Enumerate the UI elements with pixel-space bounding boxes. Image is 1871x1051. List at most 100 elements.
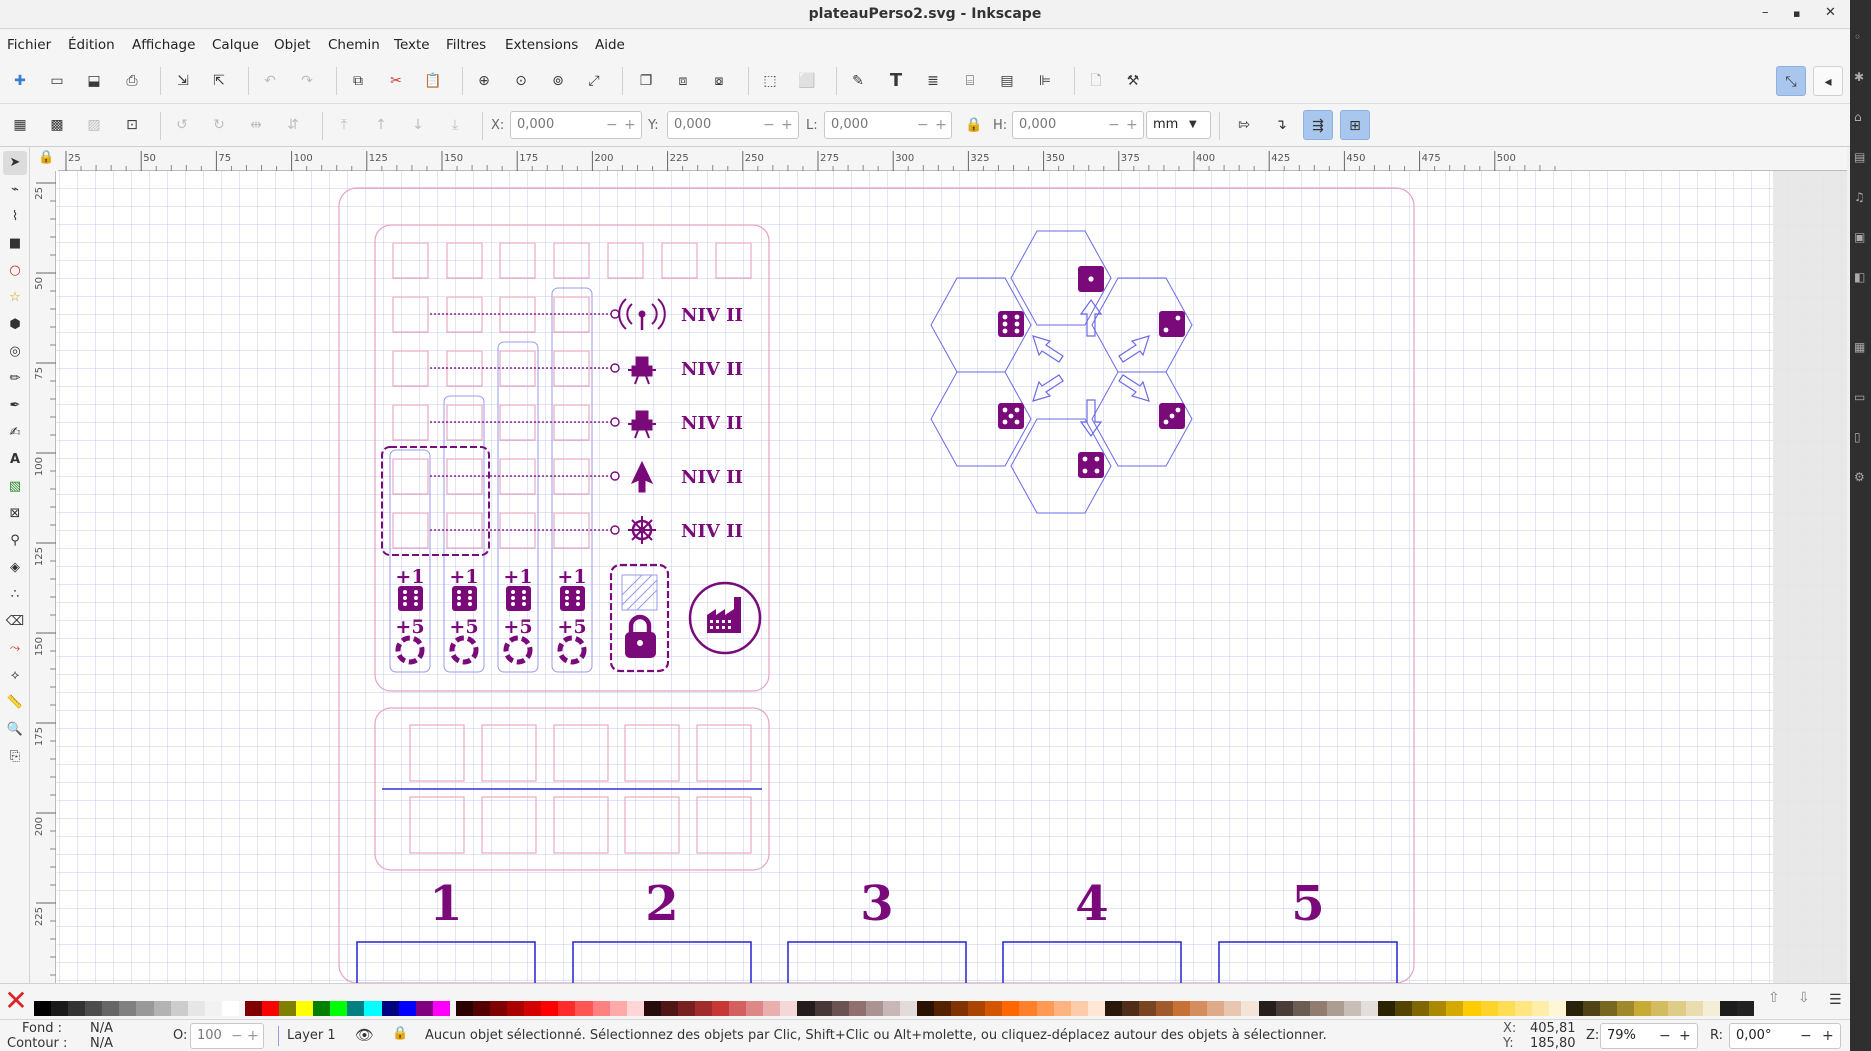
- color-swatch[interactable]: [85, 1001, 103, 1016]
- color-swatch[interactable]: [1087, 1001, 1105, 1016]
- color-swatch[interactable]: [490, 1001, 508, 1016]
- color-swatch[interactable]: [1634, 1001, 1652, 1016]
- node-tool-icon[interactable]: ⌁: [3, 178, 27, 202]
- eraser-tool-icon[interactable]: ⌫: [3, 610, 27, 634]
- color-swatch[interactable]: [1685, 1001, 1703, 1016]
- raise-icon[interactable]: ↑: [369, 113, 393, 137]
- open-icon[interactable]: ▭: [45, 69, 69, 93]
- maximize-button[interactable]: ▪: [1793, 7, 1800, 20]
- color-swatch[interactable]: [1104, 1001, 1122, 1016]
- color-swatch[interactable]: [136, 1001, 154, 1016]
- color-swatch[interactable]: [524, 1001, 542, 1016]
- color-swatch[interactable]: [51, 1001, 69, 1016]
- new-document-icon[interactable]: ✚: [8, 69, 32, 93]
- color-swatch[interactable]: [347, 1001, 365, 1016]
- color-swatch[interactable]: [1343, 1001, 1362, 1016]
- color-swatch[interactable]: [1275, 1001, 1293, 1016]
- move-patterns-icon[interactable]: ⊞: [1340, 110, 1370, 140]
- color-swatch[interactable]: [968, 1001, 986, 1016]
- color-swatch[interactable]: [221, 1001, 239, 1016]
- ellipse-tool-icon[interactable]: ○: [3, 259, 27, 283]
- color-swatch[interactable]: [694, 1001, 713, 1016]
- rectangle-tool-icon[interactable]: ■: [3, 232, 27, 256]
- pen-tool-icon[interactable]: ✒: [3, 394, 27, 418]
- color-swatch[interactable]: [1480, 1001, 1498, 1016]
- color-swatch[interactable]: [1190, 1001, 1208, 1016]
- export-icon[interactable]: ⇱: [207, 69, 231, 93]
- color-swatch[interactable]: [660, 1001, 678, 1016]
- color-swatch[interactable]: [899, 1001, 917, 1016]
- color-swatch[interactable]: [381, 1001, 399, 1016]
- 3dbox-tool-icon[interactable]: ⬢: [3, 313, 27, 337]
- spiral-tool-icon[interactable]: ◎: [3, 340, 27, 364]
- layer-selector[interactable]: Layer 1: [287, 1028, 336, 1043]
- save-icon[interactable]: ⬓: [82, 69, 106, 93]
- color-swatch[interactable]: [1139, 1001, 1157, 1016]
- import-icon[interactable]: ⇲: [171, 69, 195, 93]
- color-swatch[interactable]: [1651, 1001, 1669, 1016]
- preferences-icon[interactable]: ⚒: [1121, 69, 1145, 93]
- color-swatch[interactable]: [1565, 1001, 1584, 1016]
- color-swatch[interactable]: [1617, 1001, 1635, 1016]
- color-swatch[interactable]: [1463, 1001, 1481, 1016]
- copy-icon[interactable]: ⧉: [346, 69, 370, 93]
- calligraphy-tool-icon[interactable]: ✍: [3, 421, 27, 445]
- color-swatch[interactable]: [951, 1001, 969, 1016]
- flip-horizontal-icon[interactable]: ⇹: [244, 113, 268, 137]
- color-swatch[interactable]: [330, 1001, 348, 1016]
- no-paint-icon[interactable]: ✕: [3, 987, 29, 1015]
- zoom-width-icon[interactable]: ⤢: [582, 69, 606, 93]
- document-properties-icon[interactable]: 🗋: [1084, 69, 1108, 93]
- minimize-button[interactable]: –: [1762, 5, 1769, 20]
- color-swatch[interactable]: [1002, 1001, 1020, 1016]
- color-swatch[interactable]: [1719, 1001, 1737, 1016]
- color-swatch[interactable]: [592, 1001, 610, 1016]
- menu-affichage[interactable]: Affichage: [132, 37, 195, 53]
- height-input[interactable]: 0,000− +: [1012, 111, 1144, 139]
- color-swatch[interactable]: [626, 1001, 644, 1016]
- color-swatch[interactable]: [1036, 1001, 1054, 1016]
- mesh-tool-icon[interactable]: ⊠: [3, 502, 27, 526]
- color-swatch[interactable]: [1292, 1001, 1310, 1016]
- rotate-ccw-icon[interactable]: ↺: [170, 113, 194, 137]
- objects-icon[interactable]: ▤: [995, 69, 1019, 93]
- group-icon[interactable]: ⬚: [758, 69, 782, 93]
- select-all-layers-icon[interactable]: ▩: [45, 113, 69, 137]
- color-swatch[interactable]: [1514, 1001, 1532, 1016]
- unit-select[interactable]: mm ▼: [1146, 111, 1211, 139]
- menu-fichier[interactable]: Fichier: [7, 37, 51, 53]
- color-swatch[interactable]: [814, 1001, 832, 1016]
- raise-top-icon[interactable]: ⤒: [332, 113, 356, 137]
- color-swatch[interactable]: [1241, 1001, 1259, 1016]
- move-gradients-icon[interactable]: ⇶: [1303, 110, 1333, 140]
- color-swatch[interactable]: [68, 1001, 86, 1016]
- color-swatch[interactable]: [1173, 1001, 1191, 1016]
- rotation-input[interactable]: 0,00° − +: [1729, 1023, 1841, 1049]
- color-swatch[interactable]: [1309, 1001, 1327, 1016]
- align-distribute-icon[interactable]: ⊫: [1033, 69, 1057, 93]
- lpe-tool-icon[interactable]: ⟡: [3, 664, 27, 688]
- zoom-page-icon[interactable]: ⊚: [546, 69, 570, 93]
- color-swatch[interactable]: [119, 1001, 137, 1016]
- color-swatch[interactable]: [296, 1001, 314, 1016]
- selector-tool-icon[interactable]: ➤: [3, 151, 27, 175]
- gradient-tool-icon[interactable]: ▧: [3, 475, 27, 499]
- rotate-cw-icon[interactable]: ↻: [207, 113, 231, 137]
- vertical-ruler[interactable]: 25 50 75 100 125 150 175 200 225: [30, 171, 56, 983]
- horizontal-ruler[interactable]: 25 50 75 100 125 150 175 200 225 250 275 300 325 350 3…: [58, 147, 1847, 171]
- snap-menu-icon[interactable]: ◂: [1813, 66, 1843, 96]
- menu-edition[interactable]: Édition: [68, 37, 115, 53]
- color-swatch[interactable]: [1378, 1001, 1396, 1016]
- menu-extensions[interactable]: Extensions: [505, 37, 578, 53]
- color-swatch[interactable]: [1446, 1001, 1464, 1016]
- connector-tool-icon[interactable]: ⤳: [3, 637, 27, 661]
- color-swatch[interactable]: [262, 1001, 280, 1016]
- color-swatch[interactable]: [848, 1001, 866, 1016]
- text-tool-icon[interactable]: A: [3, 448, 27, 472]
- color-swatch[interactable]: [1207, 1001, 1225, 1016]
- color-swatch[interactable]: [609, 1001, 627, 1016]
- color-swatch[interactable]: [1258, 1001, 1276, 1016]
- paste-icon[interactable]: 📋: [421, 69, 445, 93]
- color-swatch[interactable]: [455, 1001, 473, 1016]
- color-swatch[interactable]: [34, 1001, 52, 1016]
